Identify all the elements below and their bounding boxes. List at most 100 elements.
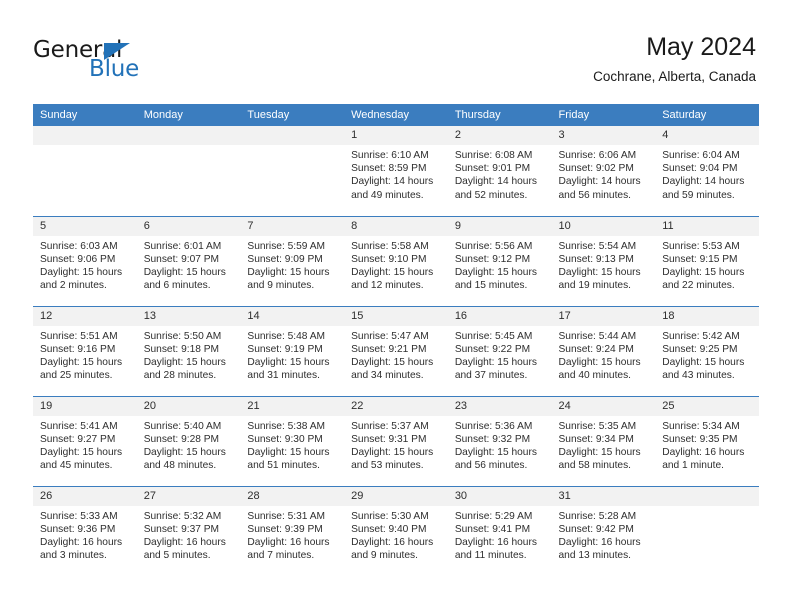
sunrise-text: Sunrise: 5:45 AM	[454, 330, 533, 342]
calendar-day-cell[interactable]: 5 Sunrise: 6:03 AM Sunset: 9:06 PM Daylight…	[33, 215, 137, 306]
daylight-text: Daylight: 15 hours and 15 minutes.	[454, 266, 537, 292]
calendar-week-row: 26 Sunrise: 5:33 AM Sunset: 9:36 PM Dayligh…	[33, 485, 759, 576]
generalblue-logo[interactable]: General Blue	[33, 38, 213, 86]
daylight-text: Daylight: 15 hours and 9 minutes.	[247, 266, 330, 292]
calendar-day-cell[interactable]: 14 Sunrise: 5:48 AM Sunset: 9:19 PM Dayligh…	[240, 305, 345, 396]
day-details: Sunrise: 5:47 AM Sunset: 9:21 PM Daylight:…	[344, 326, 448, 383]
day-number: 29	[344, 486, 448, 506]
day-details: Sunrise: 6:03 AM Sunset: 9:06 PM Daylight:…	[33, 236, 137, 293]
day-number: 28	[240, 486, 345, 506]
day-number: 14	[240, 306, 345, 326]
calendar-day-cell[interactable]: 13 Sunrise: 5:50 AM Sunset: 9:18 PM Dayligh…	[136, 305, 241, 396]
sunset-text: Sunset: 9:40 PM	[351, 523, 427, 535]
calendar-day-cell[interactable]: 8 Sunrise: 5:58 AM Sunset: 9:10 PM Daylight…	[344, 215, 448, 306]
calendar-day-cell[interactable]: 23 Sunrise: 5:36 AM Sunset: 9:32 PM Dayligh…	[447, 395, 552, 486]
calendar-day-cell[interactable]: 30 Sunrise: 5:29 AM Sunset: 9:41 PM Dayligh…	[447, 485, 552, 576]
month-calendar: Sunday Monday Tuesday Wednesday Thursday…	[33, 104, 759, 576]
day-details: Sunrise: 5:31 AM Sunset: 9:39 PM Daylight:…	[240, 506, 344, 563]
sunrise-text: Sunrise: 5:59 AM	[247, 240, 325, 252]
calendar-day-cell[interactable]: 3 Sunrise: 6:06 AM Sunset: 9:02 PM Daylight…	[551, 126, 656, 216]
sunset-text: Sunset: 8:59 PM	[351, 163, 427, 175]
calendar-day-cell[interactable]: 19 Sunrise: 5:41 AM Sunset: 9:27 PM Dayligh…	[33, 395, 137, 486]
calendar-week-row: 1 Sunrise: 6:10 AM Sunset: 8:59 PM Daylight…	[33, 126, 759, 216]
calendar-day-cell[interactable]: 4 Sunrise: 6:04 AM Sunset: 9:04 PM Daylight…	[655, 126, 759, 216]
day-number: 16	[447, 306, 552, 326]
sunset-text: Sunset: 9:27 PM	[40, 433, 116, 445]
day-number: 1	[344, 126, 448, 145]
daylight-text: Daylight: 15 hours and 45 minutes.	[40, 446, 123, 472]
calendar-day-cell[interactable]: 24 Sunrise: 5:35 AM Sunset: 9:34 PM Dayligh…	[551, 395, 656, 486]
page-subtitle: Cochrane, Alberta, Canada	[593, 69, 756, 84]
calendar-day-cell[interactable]: 17 Sunrise: 5:44 AM Sunset: 9:24 PM Dayligh…	[551, 305, 656, 396]
sunrise-text: Sunrise: 5:36 AM	[454, 420, 533, 432]
day-number: 7	[240, 216, 345, 236]
calendar-day-cell[interactable]: 28 Sunrise: 5:31 AM Sunset: 9:39 PM Dayligh…	[240, 485, 345, 576]
day-details: Sunrise: 5:32 AM Sunset: 9:37 PM Daylight:…	[137, 506, 241, 563]
calendar-day-cell[interactable]: 22 Sunrise: 5:37 AM Sunset: 9:31 PM Dayligh…	[344, 395, 448, 486]
calendar-day-cell[interactable]: 26 Sunrise: 5:33 AM Sunset: 9:36 PM Dayligh…	[33, 485, 137, 576]
day-details: Sunrise: 5:59 AM Sunset: 9:09 PM Daylight:…	[240, 236, 344, 293]
day-number: 6	[136, 216, 241, 236]
calendar-day-cell[interactable]: 29 Sunrise: 5:30 AM Sunset: 9:40 PM Dayligh…	[344, 485, 448, 576]
daylight-text: Daylight: 16 hours and 11 minutes.	[454, 536, 537, 562]
calendar-day-cell[interactable]: 18 Sunrise: 5:42 AM Sunset: 9:25 PM Dayligh…	[655, 305, 759, 396]
day-number: 2	[447, 126, 552, 145]
day-number: 9	[447, 216, 552, 236]
calendar-day-cell-empty	[136, 126, 241, 216]
daylight-text: Daylight: 14 hours and 49 minutes.	[351, 176, 434, 201]
daylight-text: Daylight: 14 hours and 52 minutes.	[454, 176, 537, 201]
day-details: Sunrise: 5:34 AM Sunset: 9:35 PM Daylight:…	[655, 416, 759, 473]
day-number: 18	[655, 306, 759, 326]
sunrise-text: Sunrise: 5:44 AM	[558, 330, 637, 342]
calendar-day-cell[interactable]: 27 Sunrise: 5:32 AM Sunset: 9:37 PM Dayligh…	[136, 485, 241, 576]
day-number: 13	[136, 306, 241, 326]
calendar-day-cell[interactable]: 2 Sunrise: 6:08 AM Sunset: 9:01 PM Daylight…	[447, 126, 552, 216]
daylight-text: Daylight: 15 hours and 28 minutes.	[143, 356, 226, 382]
sunrise-text: Sunrise: 5:31 AM	[247, 510, 325, 522]
calendar-day-cell[interactable]: 7 Sunrise: 5:59 AM Sunset: 9:09 PM Daylight…	[240, 215, 345, 306]
weekday-header-monday: Monday	[136, 104, 241, 126]
sunrise-text: Sunrise: 5:47 AM	[351, 330, 429, 342]
sunset-text: Sunset: 9:04 PM	[662, 163, 738, 175]
calendar-day-cell[interactable]: 25 Sunrise: 5:34 AM Sunset: 9:35 PM Dayligh…	[655, 395, 759, 486]
day-details: Sunrise: 5:37 AM Sunset: 9:31 PM Daylight:…	[344, 416, 448, 473]
calendar-day-cell[interactable]: 6 Sunrise: 6:01 AM Sunset: 9:07 PM Daylight…	[136, 215, 241, 306]
calendar-week-row: 19 Sunrise: 5:41 AM Sunset: 9:27 PM Dayligh…	[33, 395, 759, 486]
day-details: Sunrise: 6:10 AM Sunset: 8:59 PM Daylight:…	[344, 145, 448, 202]
calendar-day-cell[interactable]: 12 Sunrise: 5:51 AM Sunset: 9:16 PM Dayligh…	[33, 305, 137, 396]
calendar-day-cell[interactable]: 31 Sunrise: 5:28 AM Sunset: 9:42 PM Dayligh…	[551, 485, 656, 576]
sunset-text: Sunset: 9:15 PM	[662, 253, 738, 265]
sunrise-text: Sunrise: 6:03 AM	[40, 240, 118, 252]
calendar-day-cell[interactable]: 9 Sunrise: 5:56 AM Sunset: 9:12 PM Daylight…	[447, 215, 552, 306]
calendar-day-cell[interactable]: 21 Sunrise: 5:38 AM Sunset: 9:30 PM Dayligh…	[240, 395, 345, 486]
daylight-text: Daylight: 15 hours and 48 minutes.	[143, 446, 226, 472]
sunset-text: Sunset: 9:13 PM	[558, 253, 634, 265]
calendar-day-cell[interactable]: 1 Sunrise: 6:10 AM Sunset: 8:59 PM Daylight…	[344, 126, 448, 216]
calendar-week-row: 5 Sunrise: 6:03 AM Sunset: 9:06 PM Daylight…	[33, 215, 759, 306]
daylight-text: Daylight: 15 hours and 34 minutes.	[351, 356, 434, 382]
calendar-week-row: 12 Sunrise: 5:51 AM Sunset: 9:16 PM Dayligh…	[33, 305, 759, 396]
calendar-day-cell[interactable]: 20 Sunrise: 5:40 AM Sunset: 9:28 PM Dayligh…	[136, 395, 241, 486]
calendar-day-cell-empty	[33, 126, 137, 216]
calendar-day-cell[interactable]: 10 Sunrise: 5:54 AM Sunset: 9:13 PM Dayligh…	[551, 215, 656, 306]
calendar-day-cell[interactable]: 15 Sunrise: 5:47 AM Sunset: 9:21 PM Dayligh…	[344, 305, 448, 396]
calendar-day-cell[interactable]: 11 Sunrise: 5:53 AM Sunset: 9:15 PM Dayligh…	[655, 215, 759, 306]
day-number: 30	[447, 486, 552, 506]
sunset-text: Sunset: 9:06 PM	[40, 253, 116, 265]
sunrise-text: Sunrise: 5:28 AM	[558, 510, 637, 522]
sunrise-text: Sunrise: 5:38 AM	[247, 420, 325, 432]
daylight-text: Daylight: 15 hours and 37 minutes.	[454, 356, 537, 382]
sunrise-text: Sunrise: 5:34 AM	[662, 420, 740, 432]
sunset-text: Sunset: 9:39 PM	[247, 523, 323, 535]
title-block: May 2024 Cochrane, Alberta, Canada	[593, 32, 756, 86]
sunrise-text: Sunrise: 6:08 AM	[454, 150, 533, 161]
daylight-text: Daylight: 14 hours and 59 minutes.	[662, 176, 745, 201]
daylight-text: Daylight: 15 hours and 19 minutes.	[558, 266, 641, 292]
day-details: Sunrise: 5:42 AM Sunset: 9:25 PM Daylight:…	[655, 326, 759, 383]
weekday-header-row: Sunday Monday Tuesday Wednesday Thursday…	[33, 104, 759, 126]
calendar-day-cell[interactable]: 16 Sunrise: 5:45 AM Sunset: 9:22 PM Dayligh…	[447, 305, 552, 396]
day-number: 4	[655, 126, 759, 145]
logo-text-blue: Blue	[89, 56, 140, 82]
sunrise-text: Sunrise: 5:35 AM	[558, 420, 637, 432]
day-details: Sunrise: 6:06 AM Sunset: 9:02 PM Daylight:…	[552, 145, 656, 202]
